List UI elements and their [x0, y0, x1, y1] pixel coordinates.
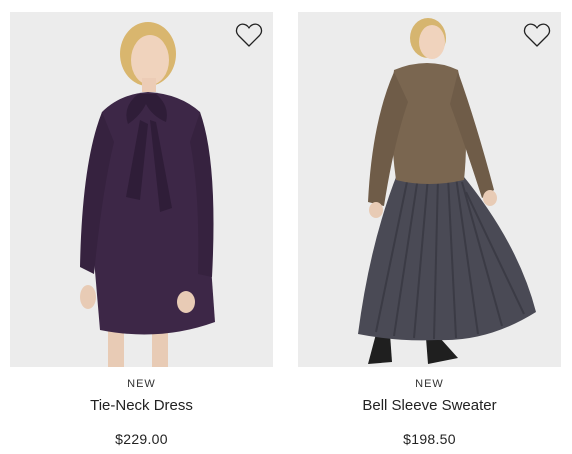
new-badge: NEW — [415, 378, 444, 390]
product-price: $198.50 — [403, 431, 456, 447]
product-name-link[interactable]: Bell Sleeve Sweater — [298, 397, 561, 414]
product-photo-tie-neck-dress — [10, 12, 273, 367]
product-image[interactable] — [10, 12, 273, 367]
product-photo-bell-sleeve-sweater — [298, 12, 561, 367]
wishlist-heart-icon[interactable] — [235, 22, 263, 48]
product-price: $229.00 — [115, 431, 168, 447]
product-name-link[interactable]: Tie-Neck Dress — [10, 397, 273, 414]
product-card[interactable]: NEW Tie-Neck Dress $229.00 — [10, 12, 273, 454]
product-card[interactable]: NEW Bell Sleeve Sweater $198.50 — [298, 12, 561, 454]
new-badge: NEW — [127, 378, 156, 390]
wishlist-heart-icon[interactable] — [523, 22, 551, 48]
product-image[interactable] — [298, 12, 561, 367]
